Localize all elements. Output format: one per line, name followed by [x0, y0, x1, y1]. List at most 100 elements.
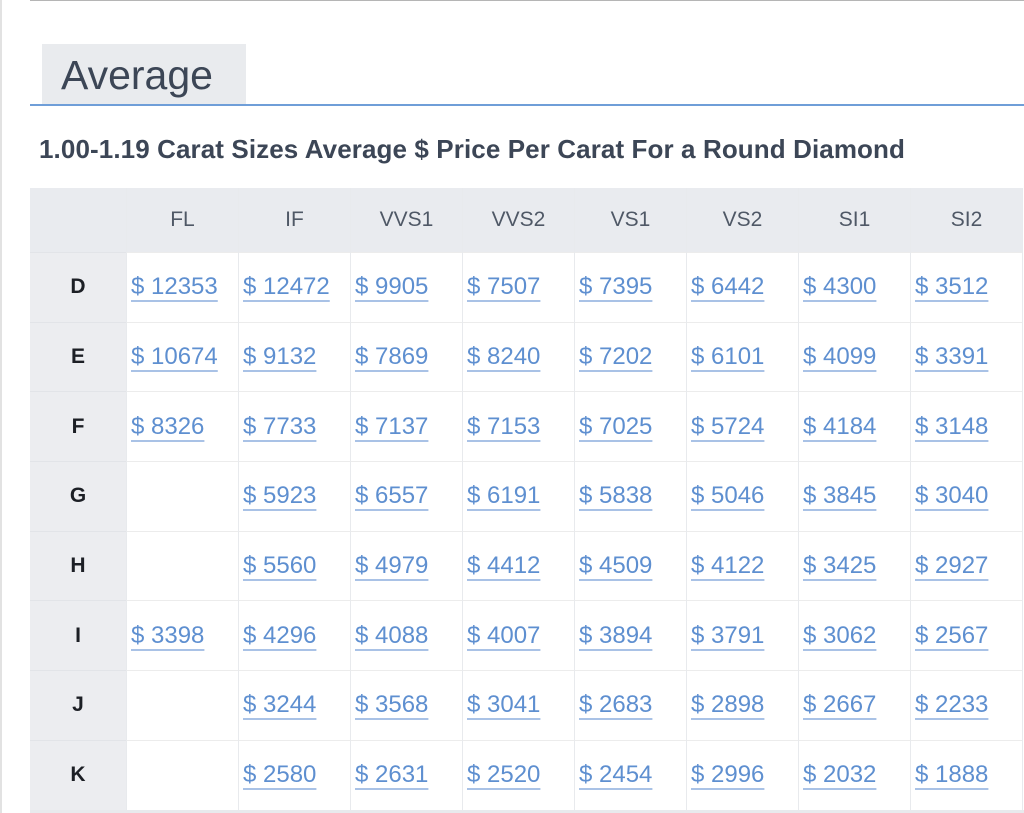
price-link[interactable]: $ 10674: [131, 343, 218, 371]
price-link[interactable]: $ 2927: [915, 552, 988, 580]
price-link[interactable]: $ 2667: [803, 691, 876, 719]
price-link[interactable]: $ 4509: [579, 552, 652, 580]
row-header-f: F: [30, 391, 126, 462]
table-cell: $ 4099: [799, 321, 910, 392]
price-link[interactable]: $ 4296: [243, 622, 316, 650]
column-header-si1: SI1: [799, 188, 910, 252]
price-link[interactable]: $ 4300: [803, 273, 876, 301]
table-cell: $ 3845: [799, 461, 910, 531]
price-link[interactable]: $ 7733: [243, 413, 316, 441]
row-header-k: K: [30, 739, 126, 810]
price-link[interactable]: $ 3062: [803, 622, 876, 650]
table-cell: $ 4412: [463, 530, 574, 601]
price-link[interactable]: $ 2567: [915, 622, 988, 650]
price-link[interactable]: $ 5923: [243, 482, 316, 510]
price-link[interactable]: $ 6442: [691, 273, 764, 301]
table-cell: $ 10674: [127, 321, 238, 392]
table-cell: $ 3894: [575, 600, 686, 671]
table-cell: $ 2683: [575, 670, 686, 740]
price-link[interactable]: $ 2520: [467, 761, 540, 789]
price-link[interactable]: $ 3041: [467, 691, 540, 719]
table-cell: $ 2580: [239, 739, 350, 810]
column-header-si2: SI2: [911, 188, 1022, 252]
price-link[interactable]: $ 12353: [131, 273, 218, 301]
table-cell: $ 3568: [351, 670, 462, 740]
left-border: [0, 0, 2, 813]
price-link[interactable]: $ 7137: [355, 413, 428, 441]
table-cell: $ 6101: [687, 321, 798, 392]
table-cell: [127, 461, 238, 531]
table-cell: $ 3398: [127, 600, 238, 671]
price-link[interactable]: $ 6557: [355, 482, 428, 510]
table-cell: $ 9132: [239, 321, 350, 392]
price-link[interactable]: $ 4088: [355, 622, 428, 650]
table-cell: $ 2520: [463, 739, 574, 810]
price-link[interactable]: $ 3398: [131, 622, 204, 650]
row-header-j: J: [30, 670, 126, 740]
price-link[interactable]: $ 8326: [131, 413, 204, 441]
table-cell: $ 3041: [463, 670, 574, 740]
price-link[interactable]: $ 3391: [915, 343, 988, 371]
price-link[interactable]: $ 5724: [691, 413, 764, 441]
table-cell: $ 3791: [687, 600, 798, 671]
price-link[interactable]: $ 4184: [803, 413, 876, 441]
table-cell: $ 8326: [127, 391, 238, 462]
price-link[interactable]: $ 5838: [579, 482, 652, 510]
price-link[interactable]: $ 3791: [691, 622, 764, 650]
table-cell: $ 3512: [911, 252, 1022, 322]
price-link[interactable]: $ 7025: [579, 413, 652, 441]
price-link[interactable]: $ 3512: [915, 273, 988, 301]
table-cell: $ 7869: [351, 321, 462, 392]
row-header-g: G: [30, 461, 126, 531]
row-header-e: E: [30, 321, 126, 392]
price-link[interactable]: $ 2032: [803, 761, 876, 789]
top-divider: [30, 0, 1024, 1]
price-link[interactable]: $ 4099: [803, 343, 876, 371]
table-cell: $ 7395: [575, 252, 686, 322]
price-link[interactable]: $ 3425: [803, 552, 876, 580]
price-link[interactable]: $ 1888: [915, 761, 988, 789]
price-link[interactable]: $ 2233: [915, 691, 988, 719]
price-link[interactable]: $ 9132: [243, 343, 316, 371]
price-link[interactable]: $ 12472: [243, 273, 330, 301]
price-link[interactable]: $ 2996: [691, 761, 764, 789]
price-link[interactable]: $ 2580: [243, 761, 316, 789]
price-link[interactable]: $ 2454: [579, 761, 652, 789]
price-link[interactable]: $ 3568: [355, 691, 428, 719]
price-link[interactable]: $ 7202: [579, 343, 652, 371]
price-link[interactable]: $ 5046: [691, 482, 764, 510]
price-link[interactable]: $ 7395: [579, 273, 652, 301]
table-cell: $ 7025: [575, 391, 686, 462]
price-link[interactable]: $ 3845: [803, 482, 876, 510]
price-link[interactable]: $ 3894: [579, 622, 652, 650]
table-cell: $ 2667: [799, 670, 910, 740]
table-cell: $ 4296: [239, 600, 350, 671]
price-link[interactable]: $ 3148: [915, 413, 988, 441]
price-link[interactable]: $ 7869: [355, 343, 428, 371]
table-cell: $ 7733: [239, 391, 350, 462]
table-cell: $ 5838: [575, 461, 686, 531]
price-link[interactable]: $ 9905: [355, 273, 428, 301]
tab-average[interactable]: Average: [42, 44, 246, 106]
table-cell: $ 4509: [575, 530, 686, 601]
price-link[interactable]: $ 5560: [243, 552, 316, 580]
price-link[interactable]: $ 4979: [355, 552, 428, 580]
price-link[interactable]: $ 3040: [915, 482, 988, 510]
price-link[interactable]: $ 8240: [467, 343, 540, 371]
price-link[interactable]: $ 4007: [467, 622, 540, 650]
table-cell: [127, 739, 238, 810]
price-link[interactable]: $ 2631: [355, 761, 428, 789]
price-link[interactable]: $ 6191: [467, 482, 540, 510]
price-link[interactable]: $ 3244: [243, 691, 316, 719]
price-link[interactable]: $ 4412: [467, 552, 540, 580]
table-cell: $ 4088: [351, 600, 462, 671]
price-link[interactable]: $ 4122: [691, 552, 764, 580]
price-link[interactable]: $ 7153: [467, 413, 540, 441]
price-link[interactable]: $ 2683: [579, 691, 652, 719]
table-cell: $ 2567: [911, 600, 1022, 671]
price-link[interactable]: $ 6101: [691, 343, 764, 371]
price-link[interactable]: $ 2898: [691, 691, 764, 719]
table-cell: $ 4007: [463, 600, 574, 671]
row-header-i: I: [30, 600, 126, 671]
price-link[interactable]: $ 7507: [467, 273, 540, 301]
